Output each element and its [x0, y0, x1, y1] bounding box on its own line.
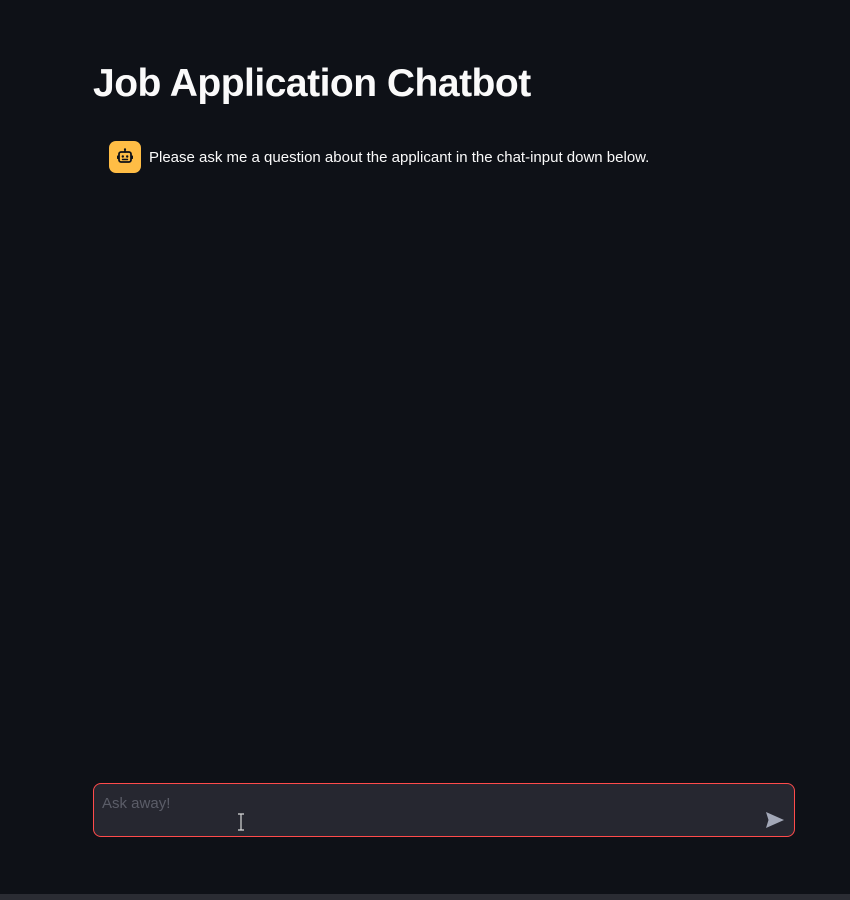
text-cursor-icon	[238, 813, 244, 831]
page-title: Job Application Chatbot	[93, 62, 531, 105]
robot-icon	[109, 141, 141, 173]
send-icon	[766, 812, 784, 828]
bottom-bar	[0, 894, 850, 900]
send-button[interactable]	[764, 810, 786, 830]
chat-message-assistant: Please ask me a question about the appli…	[109, 141, 649, 173]
app-main: Job Application Chatbot Please ask me a …	[0, 0, 850, 900]
chat-message-text: Please ask me a question about the appli…	[149, 148, 650, 166]
chat-input-field[interactable]	[102, 792, 742, 814]
chat-input-container	[93, 783, 795, 837]
